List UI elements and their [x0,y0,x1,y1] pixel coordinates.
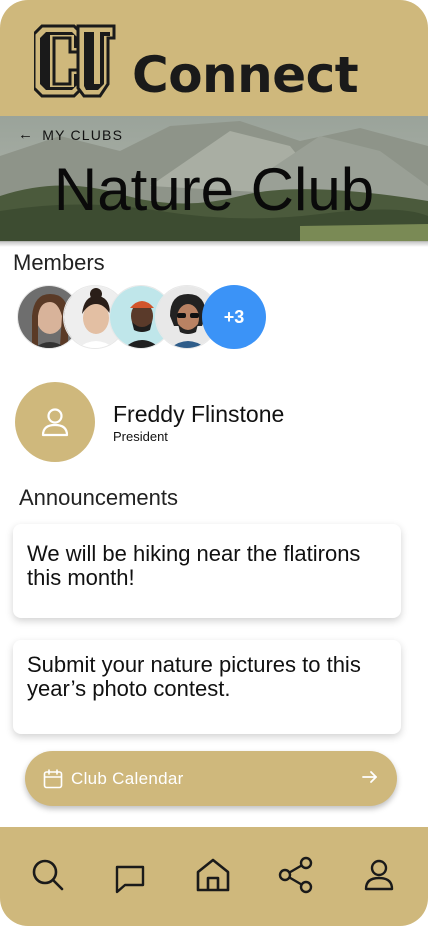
phone-screen: Connect ← MY CLUBS Nature Club Members +… [0,0,428,926]
nav-home-button[interactable] [193,855,233,895]
bottom-navigation [0,827,428,926]
announcement-text: We will be hiking near the flatirons thi… [27,541,361,590]
arrow-right-icon [362,771,377,783]
president-role: President [113,429,168,444]
announcement-card[interactable]: We will be hiking near the flatirons thi… [13,524,401,618]
more-members-badge[interactable]: +3 [202,285,266,349]
club-calendar-label: Club Calendar [71,768,184,788]
announcement-text: Submit your nature pictures to this year… [27,652,361,701]
nav-search-button[interactable] [28,855,68,895]
member-avatars: +3 [17,285,277,349]
club-calendar-button[interactable]: Club Calendar [25,751,397,806]
announcements-heading: Announcements [19,485,178,510]
home-icon [196,858,230,892]
hero-divider [0,241,428,247]
cu-logo-icon [32,22,116,100]
app-header: Connect [0,0,428,116]
announcement-card[interactable]: Submit your nature pictures to this year… [13,640,401,734]
nav-chat-button[interactable] [110,859,150,899]
calendar-icon [43,768,63,788]
share-icon [278,856,313,894]
nav-share-button[interactable] [276,855,316,895]
app-title: Connect [132,46,359,104]
members-heading: Members [13,250,105,275]
user-icon [364,859,394,891]
president-name: Freddy Flinstone [113,401,285,427]
nav-profile-button[interactable] [359,855,399,895]
user-icon [41,408,69,437]
club-name: Nature Club [53,156,375,223]
search-icon [32,859,64,891]
back-link-label: MY CLUBS [42,126,124,143]
back-to-my-clubs-link[interactable]: ← MY CLUBS [18,126,123,143]
chat-icon [115,865,145,894]
arrow-left-icon: ← [18,126,35,143]
president-avatar[interactable] [15,382,95,462]
